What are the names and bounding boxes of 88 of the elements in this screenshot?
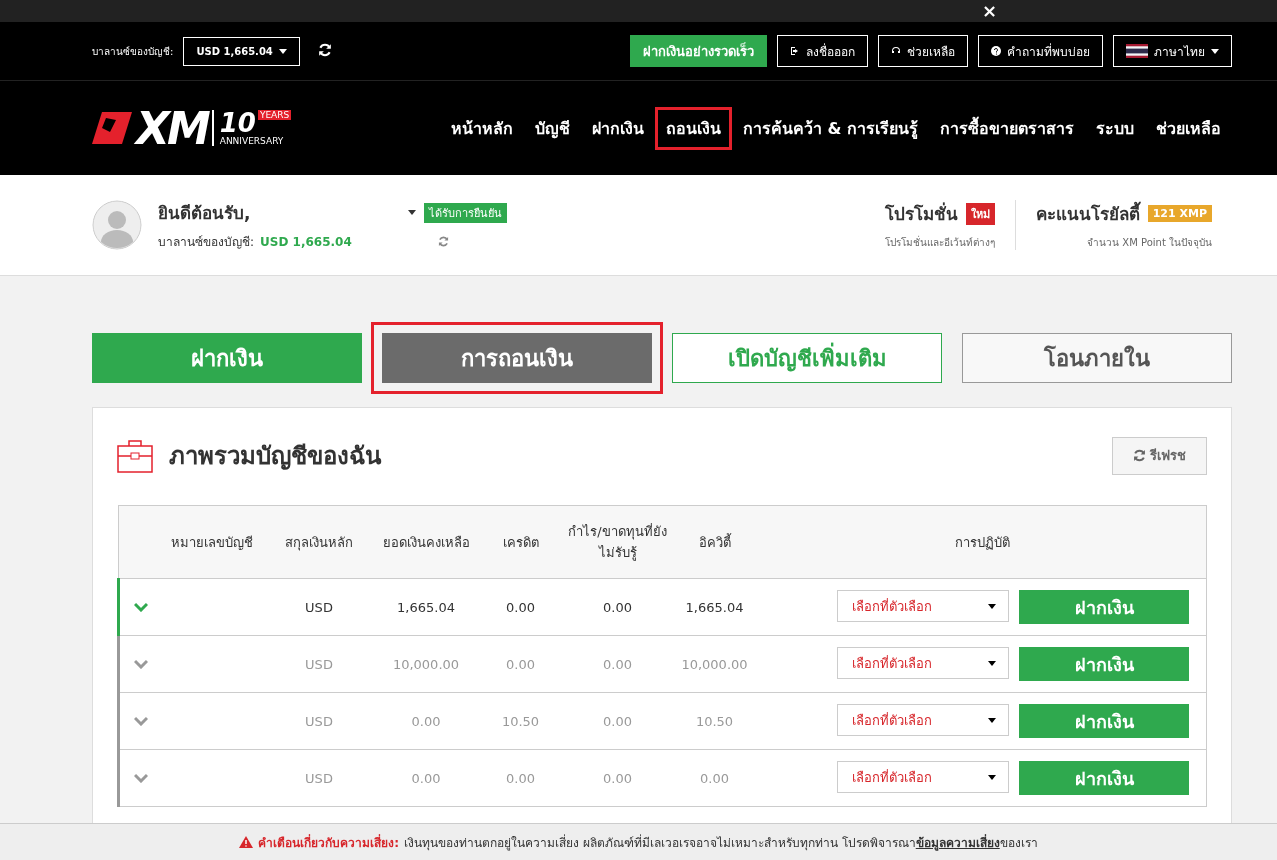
table-cell: USD <box>305 656 333 672</box>
column-header: อิควิตี้ <box>698 534 731 550</box>
logout-button[interactable]: ลงชื่อออก <box>777 35 868 67</box>
briefcase-icon <box>117 437 153 474</box>
table-cell: USD <box>305 770 333 786</box>
table-cell: 0.00 <box>411 713 441 729</box>
panel-title: ภาพรวมบัญชีของฉัน <box>169 441 383 472</box>
action-dropdown[interactable]: เลือกที่ตัวเลือก <box>837 761 1009 793</box>
refresh-button[interactable]: รีเฟรช <box>1112 436 1207 475</box>
caret-icon <box>278 48 287 54</box>
account-row[interactable]: USD 0.00 10.50 0.00 10.50 เลือกที่ตัวเลือก ฝากเงิน <box>118 692 1207 750</box>
promotions-subtitle: โปรโมชั่นและอีเว้นท์ต่างๆ <box>884 235 995 250</box>
table-cell: 10,000.00 <box>681 656 748 672</box>
caret-icon <box>988 717 996 723</box>
chevron-icon[interactable] <box>133 601 148 612</box>
promotions-badge: ใหม่ <box>965 202 995 225</box>
action-dropdown[interactable]: เลือกที่ตัวเลือก <box>837 704 1009 736</box>
question-icon <box>991 46 1001 56</box>
verified-badge: ได้รับการยืนยัน <box>424 202 508 223</box>
refresh-icon <box>317 42 332 57</box>
table-cell: 0.00 <box>506 770 535 786</box>
headset-icon <box>891 46 901 56</box>
tab[interactable]: การถอนเงิน <box>371 322 663 394</box>
caret-icon <box>988 603 996 609</box>
column-header: เครดิต <box>502 534 539 550</box>
nav-link[interactable]: ฝากเงิน <box>580 106 655 150</box>
nav-link[interactable]: ระบบ <box>1085 106 1145 150</box>
table-cell: USD <box>305 599 333 615</box>
account-row[interactable]: USD 0.00 0.00 0.00 0.00 เลือกที่ตัวเลือก ฝากเงิน <box>118 749 1207 807</box>
nav-link[interactable]: หน้าหลัก <box>439 106 524 150</box>
caret-icon <box>1211 48 1219 54</box>
caret-icon <box>988 660 996 666</box>
avatar-icon <box>92 200 142 250</box>
nav-link[interactable]: บัญชี <box>523 106 581 150</box>
table-cell: 0.00 <box>506 656 535 672</box>
action-dropdown[interactable]: เลือกที่ตัวเลือก <box>837 590 1009 622</box>
table-cell: 0.00 <box>700 770 729 786</box>
column-header: สกุลเงินหลัก <box>285 534 353 550</box>
close-button[interactable]: × <box>981 2 997 20</box>
column-header: ยอดเงินคงเหลือ <box>382 534 470 550</box>
faq-button[interactable]: คำถามที่พบบ่อย <box>978 35 1103 67</box>
balance-label: บาลานซ์ของบัญชี: <box>158 234 255 251</box>
nav-link[interactable]: การค้นคว้า & การเรียนรู้ <box>731 106 929 150</box>
nav-link[interactable]: ถอนเงิน <box>654 106 732 150</box>
chevron-icon[interactable] <box>133 772 148 783</box>
language-button[interactable]: ภาษาไทย <box>1113 35 1232 67</box>
table-cell: 0.00 <box>603 713 632 729</box>
table-cell: 10.50 <box>695 713 734 729</box>
balance-dropdown[interactable]: USD 1,665.04 <box>183 36 300 66</box>
account-row[interactable]: USD 1,665.04 0.00 0.00 1,665.04 เลือกที่ตัวเลือก ฝากเงิน <box>118 578 1207 636</box>
column-header: การปฏิบัติ <box>954 534 1010 550</box>
nav-link[interactable]: ช่วยเหลือ <box>1145 106 1232 150</box>
logout-icon <box>790 46 800 56</box>
balance-value: USD 1,665.04 <box>260 234 352 249</box>
caret-icon <box>988 774 996 780</box>
account-row[interactable]: USD 10,000.00 0.00 0.00 10,000.00 เลือกที่ตัวเลือก ฝากเงิน <box>118 635 1207 693</box>
table-cell: 10,000.00 <box>392 656 460 672</box>
warning-icon <box>239 836 254 848</box>
table-cell: 1,665.04 <box>397 599 455 615</box>
column-header: กำไร/ขาดทุนที่ยังไม่รับรู้ <box>568 524 667 560</box>
chevron-icon[interactable] <box>133 658 148 669</box>
table-cell: 1,665.04 <box>685 599 744 615</box>
promotions-link[interactable]: โปรโมชั่น <box>884 200 958 227</box>
tab[interactable]: โอนภายใน <box>962 333 1232 383</box>
table-cell: 0.00 <box>603 599 632 615</box>
flag-icon <box>1126 44 1148 58</box>
table-cell: 0.00 <box>506 599 535 615</box>
help-button[interactable]: ช่วยเหลือ <box>878 35 968 67</box>
refresh-icon <box>1133 449 1146 462</box>
table-cell: 0.00 <box>603 770 632 786</box>
refresh-icon <box>437 236 449 247</box>
action-dropdown[interactable]: เลือกที่ตัวเลือก <box>837 647 1009 679</box>
loyalty-link[interactable]: คะแนนโรยัลตี้ <box>1035 200 1140 227</box>
warning-text: เงินทุนของท่านตกอยู่ในความเสี่ยง ผลิตภัณฑ์ที่มีเลเวอเรจอาจไม่เหมาะสำหรับทุกท่าน โปรดพิจารณาข้อมูลความเสี่ยงของเรา <box>404 833 1038 852</box>
table-cell: 0.00 <box>411 770 441 786</box>
loyalty-badge: 121 XMP <box>1147 205 1212 222</box>
welcome-text: ยินดีต้อนรับ, <box>158 202 251 225</box>
table-cell: 0.00 <box>603 656 632 672</box>
nav-link[interactable]: การซื้อขายตราสาร <box>929 106 1085 150</box>
balance-label: บาลานซ์ของบัญชี: <box>92 44 174 59</box>
chevron-icon[interactable] <box>133 715 148 726</box>
table-cell: 10.50 <box>501 713 540 729</box>
warning-label: คำเตือนเกี่ยวกับความเสี่ยง: <box>258 833 400 852</box>
table-cell: USD <box>305 713 333 729</box>
column-header: หมายเลขบัญชี <box>171 534 253 550</box>
caret-icon <box>408 210 417 215</box>
risk-info-link[interactable]: ข้อมูลความเสี่ยง <box>915 835 1000 850</box>
loyalty-subtitle: จำนวน XM Point ในปัจจุบัน <box>1086 236 1212 250</box>
